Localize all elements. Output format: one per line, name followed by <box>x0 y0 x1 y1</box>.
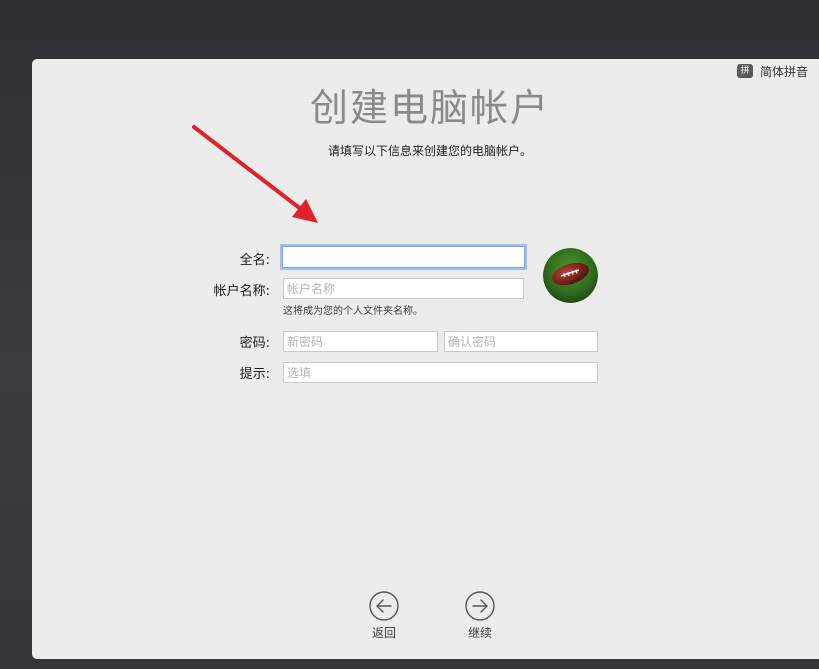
forward-arrow-icon <box>465 591 495 621</box>
page-title: 创建电脑帐户 <box>309 86 550 130</box>
page-subtitle: 请填写以下信息来创建您的电脑帐户。 <box>327 144 532 158</box>
hint-label: 提示: <box>239 367 270 382</box>
setup-window: 拼 简体拼音 创建电脑帐户 请填写以下信息来创建您的电脑帐户。 全名: 帐户名称… <box>32 59 819 659</box>
annotation-arrow-icon <box>192 125 318 223</box>
account-name-helper: 这将成为您的个人文件夹名称。 <box>283 306 423 317</box>
account-name-label: 帐户名称: <box>213 284 270 299</box>
football-icon <box>543 248 598 303</box>
continue-label: 继续 <box>467 626 492 640</box>
pinyin-icon: 拼 <box>737 64 753 78</box>
new-password-field[interactable] <box>283 331 438 352</box>
hint-field[interactable] <box>283 362 598 383</box>
back-arrow-icon <box>369 591 399 621</box>
continue-button[interactable]: 继续 <box>450 590 510 641</box>
password-label: 密码: <box>239 336 270 351</box>
account-name-field[interactable] <box>283 278 524 299</box>
back-button[interactable]: 返回 <box>354 590 414 641</box>
full-name-field[interactable] <box>282 246 525 268</box>
back-label: 返回 <box>371 626 396 640</box>
confirm-password-field[interactable] <box>444 331 598 352</box>
full-name-label: 全名: <box>239 253 270 268</box>
user-picture-button[interactable] <box>543 248 598 303</box>
